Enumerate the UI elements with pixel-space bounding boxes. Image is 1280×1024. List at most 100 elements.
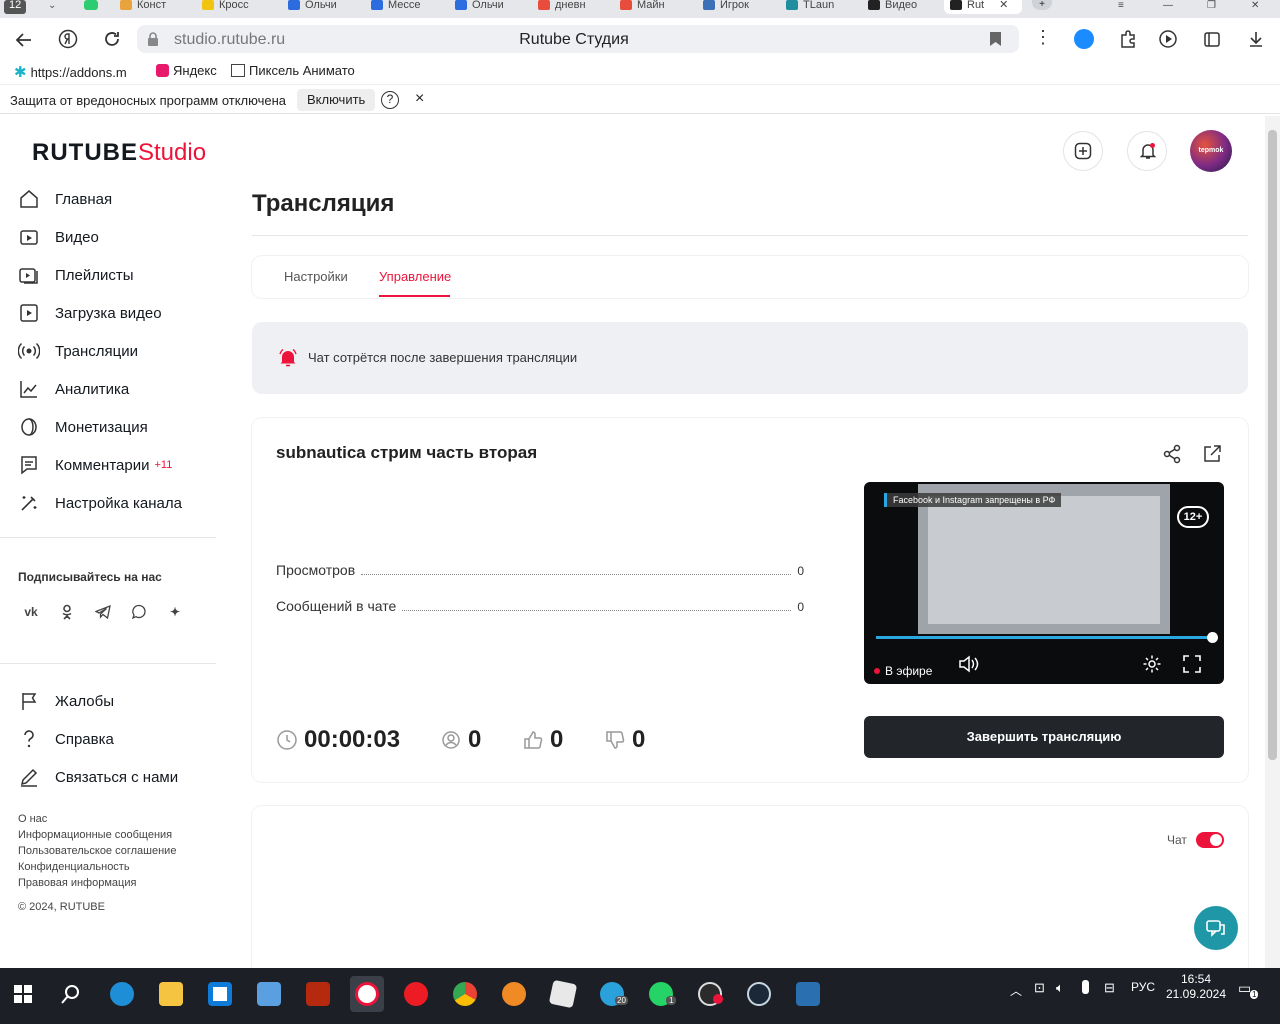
bookmark-item[interactable]: Пиксель Анимато [231, 63, 355, 78]
sidebar-item-analytics[interactable]: Аналитика [18, 374, 129, 404]
create-button[interactable] [1063, 131, 1103, 171]
browser-tab[interactable]: Ольчи [455, 0, 504, 14]
tab-favicon-icon[interactable] [84, 0, 98, 10]
ok-icon[interactable] [54, 600, 80, 624]
sidebar-item-complaints[interactable]: Жалобы [18, 686, 114, 716]
taskbar-whatsapp[interactable]: 1 [644, 976, 678, 1012]
notifications-button[interactable] [1127, 131, 1167, 171]
more-menu-icon[interactable]: ⋮ [1034, 28, 1052, 46]
enable-protection-button[interactable]: Включить [297, 89, 376, 111]
viber-icon[interactable] [126, 600, 152, 624]
tray-language[interactable]: РУС [1131, 980, 1155, 994]
browser-tab[interactable]: Видео [868, 0, 917, 14]
tray-chevron-icon[interactable]: ︿ [1010, 982, 1022, 999]
window-close-icon[interactable]: ✕ [1251, 0, 1259, 11]
browser-tab[interactable]: TLaun [786, 0, 834, 14]
sidebar-item-help[interactable]: Справка [18, 724, 114, 754]
support-chat-button[interactable] [1194, 906, 1238, 950]
page-scrollbar[interactable] [1265, 116, 1280, 968]
close-warning-icon[interactable]: × [415, 90, 424, 108]
footer-link[interactable]: Конфиденциальность [18, 861, 130, 873]
new-tab-icon[interactable]: + [1032, 0, 1052, 10]
tab-list-chevron-icon[interactable]: ⌄ [48, 0, 56, 11]
shazam-icon[interactable] [1074, 29, 1094, 49]
browser-tab[interactable]: Мессе [371, 0, 421, 14]
zen-icon[interactable]: ✦ [162, 600, 188, 624]
footer-link[interactable]: О нас [18, 813, 47, 825]
taskbar-roblox[interactable] [546, 976, 580, 1012]
collections-icon[interactable] [1202, 29, 1222, 49]
tab-settings[interactable]: Настройки [284, 269, 348, 284]
avatar[interactable]: tepmok [1190, 130, 1232, 172]
footer-link[interactable]: Пользовательское соглашение [18, 845, 176, 857]
sidebar-item-comments[interactable]: Комментарии +11 [18, 450, 172, 480]
taskbar-app[interactable] [252, 976, 286, 1012]
url-text[interactable]: studio.rutube.ru [174, 31, 285, 49]
taskbar-steam[interactable] [742, 976, 776, 1012]
media-icon[interactable] [1158, 29, 1178, 49]
taskbar-explorer[interactable] [154, 976, 188, 1012]
tray-clock[interactable]: 16:54 21.09.2024 [1160, 972, 1232, 1002]
start-button[interactable] [6, 976, 40, 1012]
bookmark-icon[interactable] [989, 31, 1002, 47]
minimize-icon[interactable]: — [1163, 0, 1173, 11]
fullscreen-icon[interactable] [1182, 654, 1202, 674]
sidebar-item-contact[interactable]: Связаться с нами [18, 762, 178, 792]
rutube-studio-logo[interactable]: RUTUBEStudio [32, 139, 206, 167]
taskbar-blender[interactable] [497, 976, 531, 1012]
browser-tab[interactable]: Ольчи [288, 0, 337, 14]
sidebar-item-broadcasts[interactable]: Трансляции [18, 336, 138, 366]
browser-tab-active[interactable]: Rut ✕ [944, 0, 1022, 14]
share-icon[interactable] [1162, 444, 1182, 464]
footer-link[interactable]: Информационные сообщения [18, 829, 172, 841]
sidebar-item-channel-settings[interactable]: Настройка канала [18, 488, 182, 518]
browser-tab[interactable]: Кросс [202, 0, 249, 14]
video-player[interactable]: Facebook и Instagram запрещены в РФ 12+ … [864, 482, 1224, 684]
browser-tab[interactable]: Конст [120, 0, 166, 14]
back-icon[interactable] [14, 30, 34, 50]
download-icon[interactable] [1246, 29, 1266, 49]
taskbar-store[interactable] [203, 976, 237, 1012]
help-icon[interactable]: ? [381, 91, 399, 109]
sidebar-item-video[interactable]: Видео [18, 222, 99, 252]
volume-icon[interactable] [958, 654, 980, 674]
taskbar-obs[interactable] [693, 976, 727, 1012]
maximize-icon[interactable]: ❐ [1207, 0, 1216, 11]
menu-icon[interactable]: ≡ [1118, 0, 1124, 11]
sidebar-item-monetization[interactable]: Монетизация [18, 412, 148, 442]
chat-toggle[interactable] [1196, 832, 1224, 848]
open-external-icon[interactable] [1202, 444, 1222, 464]
tray-network-icon[interactable]: ⊟ [1104, 980, 1115, 996]
bookmark-item[interactable]: ✱ https://addons.m [14, 63, 127, 81]
bookmark-item[interactable]: Яндекс [156, 63, 217, 78]
taskbar-yandex-browser[interactable] [350, 976, 384, 1012]
tab-close-icon[interactable]: ✕ [999, 0, 1008, 11]
tray-battery-icon[interactable]: ⊡ [1034, 980, 1045, 996]
tab-counter[interactable]: 12 [4, 0, 27, 14]
sidebar-item-upload[interactable]: Загрузка видео [18, 298, 162, 328]
extensions-icon[interactable] [1118, 29, 1138, 49]
taskbar-telegram[interactable]: 20 [595, 976, 629, 1012]
telegram-icon[interactable] [90, 600, 116, 624]
browser-tab[interactable]: Майн [620, 0, 665, 14]
settings-gear-icon[interactable] [1142, 654, 1162, 674]
reload-icon[interactable] [102, 29, 122, 49]
scrollbar-thumb[interactable] [1268, 130, 1277, 760]
vk-icon[interactable]: vk [18, 600, 44, 624]
lock-icon[interactable] [146, 31, 160, 47]
taskbar-chrome[interactable] [448, 976, 482, 1012]
tab-management[interactable]: Управление [379, 269, 451, 284]
tray-microphone-icon[interactable] [1082, 980, 1089, 994]
progress-bar[interactable] [876, 632, 1218, 643]
footer-link[interactable]: Правовая информация [18, 877, 136, 889]
sidebar-item-home[interactable]: Главная [18, 184, 112, 214]
browser-tab[interactable]: Игрок [703, 0, 749, 14]
search-button[interactable] [54, 976, 88, 1012]
tray-volume-icon[interactable]: 🔈︎ [1056, 980, 1064, 996]
sidebar-item-playlists[interactable]: Плейлисты [18, 260, 134, 290]
taskbar-yandex[interactable] [399, 976, 433, 1012]
end-stream-button[interactable]: Завершить трансляцию [864, 716, 1224, 758]
yandex-icon[interactable] [58, 29, 78, 49]
taskbar-edge[interactable] [105, 976, 139, 1012]
browser-tab[interactable]: дневн [538, 0, 586, 14]
